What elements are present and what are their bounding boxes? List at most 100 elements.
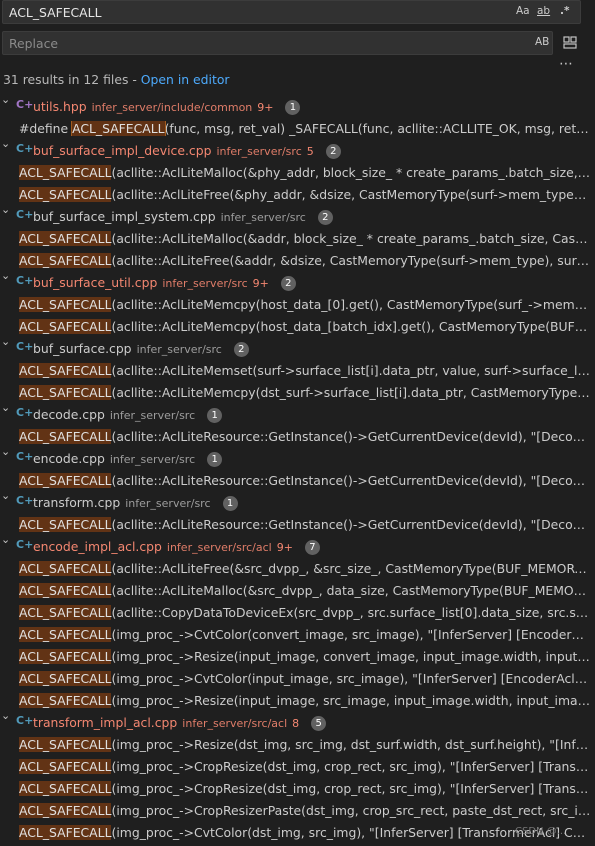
- file-name: encode_impl_acl.cpp infer_server/src/acl 9…: [33, 539, 320, 555]
- file-name: encode.cpp infer_server/src 1: [33, 451, 223, 467]
- match-text: ACL_SAFECALL(acllite::AclLiteMalloc(&phy…: [19, 165, 591, 180]
- match-result-row[interactable]: ACL_SAFECALL(img_proc_->CvtColor(convert…: [0, 624, 595, 646]
- match-highlight: ACL_SAFECALL: [19, 297, 112, 312]
- match-highlight: ACL_SAFECALL: [19, 803, 112, 818]
- chevron-down-icon[interactable]: ⌄: [1, 140, 10, 150]
- watermark: CSDN @...: [515, 826, 567, 837]
- file-result-row[interactable]: ⌄ C+ encode.cpp infer_server/src 1: [0, 448, 595, 470]
- match-text: ACL_SAFECALL(img_proc_->Resize(input_ima…: [19, 649, 591, 664]
- chevron-down-icon[interactable]: ⌄: [1, 96, 10, 106]
- match-text: ACL_SAFECALL(acllite::AclLiteMalloc(&add…: [19, 231, 591, 246]
- match-text: #define ACL_SAFECALL(func, msg, ret_val)…: [19, 121, 591, 136]
- chevron-down-icon[interactable]: ⌄: [1, 206, 10, 216]
- match-highlight: ACL_SAFECALL: [19, 649, 112, 664]
- file-name: buf_surface_impl_device.cpp infer_server/…: [33, 143, 341, 159]
- whole-word-toggle[interactable]: ab: [537, 5, 550, 17]
- match-result-row[interactable]: ACL_SAFECALL(acllite::AclLiteResource::G…: [0, 514, 595, 536]
- match-highlight: ACL_SAFECALL: [19, 759, 112, 774]
- chevron-down-icon[interactable]: ⌄: [1, 536, 10, 546]
- match-result-row[interactable]: ACL_SAFECALL(img_proc_->CropResize(dst_i…: [0, 756, 595, 778]
- more-actions-icon[interactable]: ⋯: [559, 56, 574, 72]
- match-result-row[interactable]: ACL_SAFECALL(acllite::AclLiteFree(&addr,…: [0, 250, 595, 272]
- chevron-down-icon[interactable]: ⌄: [1, 712, 10, 722]
- chevron-down-icon[interactable]: ⌄: [1, 338, 10, 348]
- file-result-row[interactable]: ⌄ C+ encode_impl_acl.cpp infer_server/src/a…: [0, 536, 595, 558]
- match-result-row[interactable]: ACL_SAFECALL(acllite::AclLiteMemcpy(host…: [0, 294, 595, 316]
- match-highlight: ACL_SAFECALL: [19, 517, 112, 532]
- match-text: ACL_SAFECALL(acllite::CopyDataToDeviceEx…: [19, 605, 591, 620]
- match-result-row[interactable]: ACL_SAFECALL(acllite::AclLiteFree(&phy_a…: [0, 184, 595, 206]
- match-result-row[interactable]: ACL_SAFECALL(img_proc_->Resize(input_ima…: [0, 690, 595, 712]
- match-result-row[interactable]: ACL_SAFECALL(acllite::AclLiteMalloc(&src…: [0, 580, 595, 602]
- match-result-row[interactable]: ACL_SAFECALL(img_proc_->Resize(input_ima…: [0, 646, 595, 668]
- open-in-editor-link[interactable]: Open in editor: [141, 72, 230, 87]
- cpp-file-icon: C+: [16, 98, 34, 111]
- chevron-down-icon[interactable]: ⌄: [1, 448, 10, 458]
- match-result-row[interactable]: ACL_SAFECALL(acllite::AclLiteMalloc(&phy…: [0, 162, 595, 184]
- file-path: infer_server/src: [109, 453, 196, 466]
- problem-count: 9+: [276, 541, 293, 554]
- match-text: ACL_SAFECALL(acllite::AclLiteResource::G…: [19, 473, 591, 488]
- match-count-badge: 2: [233, 342, 249, 357]
- file-result-row[interactable]: ⌄ C+ buf_surface_impl_system.cpp infer_serv…: [0, 206, 595, 228]
- file-result-row[interactable]: ⌄ C+ transform.cpp infer_server/src 1: [0, 492, 595, 514]
- cpp-file-icon: C+: [16, 274, 34, 287]
- match-result-row[interactable]: ACL_SAFECALL(img_proc_->CropResize(dst_i…: [0, 778, 595, 800]
- match-text: ACL_SAFECALL(acllite::AclLiteMalloc(&src…: [19, 583, 591, 598]
- match-highlight: ACL_SAFECALL: [19, 319, 112, 334]
- results-tree: ⌄ C+ utils.hpp infer_server/include/common 9…: [0, 96, 595, 844]
- match-highlight: ACL_SAFECALL: [19, 165, 112, 180]
- file-result-row[interactable]: ⌄ C+ utils.hpp infer_server/include/common 9…: [0, 96, 595, 118]
- cpp-file-icon: C+: [16, 714, 34, 727]
- problem-count: 9+: [257, 101, 274, 114]
- match-result-row[interactable]: ACL_SAFECALL(acllite::CopyDataToDeviceEx…: [0, 602, 595, 624]
- cpp-file-icon: C+: [16, 142, 34, 155]
- replace-all-icon[interactable]: [561, 34, 579, 52]
- match-text: ACL_SAFECALL(img_proc_->Resize(dst_img, …: [19, 737, 591, 752]
- chevron-down-icon[interactable]: ⌄: [1, 404, 10, 414]
- match-result-row[interactable]: #define ACL_SAFECALL(func, msg, ret_val)…: [0, 118, 595, 140]
- match-text: ACL_SAFECALL(acllite::AclLiteFree(&src_d…: [19, 561, 591, 576]
- file-path: infer_server/src: [220, 211, 306, 224]
- match-result-row[interactable]: ACL_SAFECALL(acllite::AclLiteFree(&src_d…: [0, 558, 595, 580]
- match-result-row[interactable]: ACL_SAFECALL(acllite::AclLiteResource::G…: [0, 426, 595, 448]
- match-count-badge: 7: [304, 540, 320, 555]
- replace-input[interactable]: Replace AB: [2, 31, 553, 55]
- problem-count: 5: [306, 145, 314, 158]
- match-highlight: ACL_SAFECALL: [71, 121, 166, 136]
- file-result-row[interactable]: ⌄ C+ buf_surface_impl_device.cpp infer_serv…: [0, 140, 595, 162]
- problem-count: 8: [292, 717, 300, 730]
- match-result-row[interactable]: ACL_SAFECALL(img_proc_->Resize(dst_img, …: [0, 734, 595, 756]
- chevron-down-icon[interactable]: ⌄: [1, 272, 10, 282]
- search-input[interactable]: ACL_SAFECALL Aa ab .*: [2, 0, 581, 24]
- preserve-case-toggle[interactable]: AB: [535, 36, 549, 48]
- file-path: infer_server/src: [216, 145, 302, 158]
- match-result-row[interactable]: ACL_SAFECALL(img_proc_->CvtColor(input_i…: [0, 668, 595, 690]
- match-result-row[interactable]: ACL_SAFECALL(img_proc_->CvtColor(dst_img…: [0, 822, 595, 844]
- match-highlight: ACL_SAFECALL: [19, 825, 112, 840]
- match-highlight: ACL_SAFECALL: [19, 627, 112, 642]
- file-path: infer_server/src/acl: [182, 717, 288, 730]
- match-count-badge: 1: [207, 452, 223, 467]
- file-path: infer_server/src/acl: [166, 541, 272, 554]
- file-name: buf_surface.cpp infer_server/src 2: [33, 341, 249, 357]
- match-result-row[interactable]: ACL_SAFECALL(acllite::AclLiteMalloc(&add…: [0, 228, 595, 250]
- match-result-row[interactable]: ACL_SAFECALL(acllite::AclLiteMemset(surf…: [0, 360, 595, 382]
- match-result-row[interactable]: ACL_SAFECALL(acllite::AclLiteResource::G…: [0, 470, 595, 492]
- match-result-row[interactable]: ACL_SAFECALL(img_proc_->CropResizerPaste…: [0, 800, 595, 822]
- file-path: infer_server/src: [162, 277, 248, 290]
- match-case-toggle[interactable]: Aa: [516, 5, 530, 17]
- file-result-row[interactable]: ⌄ C+ buf_surface_util.cpp infer_server/src 9…: [0, 272, 595, 294]
- match-highlight: ACL_SAFECALL: [19, 429, 112, 444]
- file-result-row[interactable]: ⌄ C+ transform_impl_acl.cpp infer_server/sr…: [0, 712, 595, 734]
- match-highlight: ACL_SAFECALL: [19, 187, 112, 202]
- file-result-row[interactable]: ⌄ C+ buf_surface.cpp infer_server/src 2: [0, 338, 595, 360]
- file-result-row[interactable]: ⌄ C+ decode.cpp infer_server/src 1: [0, 404, 595, 426]
- match-result-row[interactable]: ACL_SAFECALL(acllite::AclLiteMemcpy(dst_…: [0, 382, 595, 404]
- regex-toggle[interactable]: .*: [560, 5, 569, 17]
- match-highlight: ACL_SAFECALL: [19, 561, 112, 576]
- match-highlight: ACL_SAFECALL: [19, 781, 112, 796]
- match-result-row[interactable]: ACL_SAFECALL(acllite::AclLiteMemcpy(host…: [0, 316, 595, 338]
- match-count-badge: 5: [311, 716, 327, 731]
- chevron-down-icon[interactable]: ⌄: [1, 492, 10, 502]
